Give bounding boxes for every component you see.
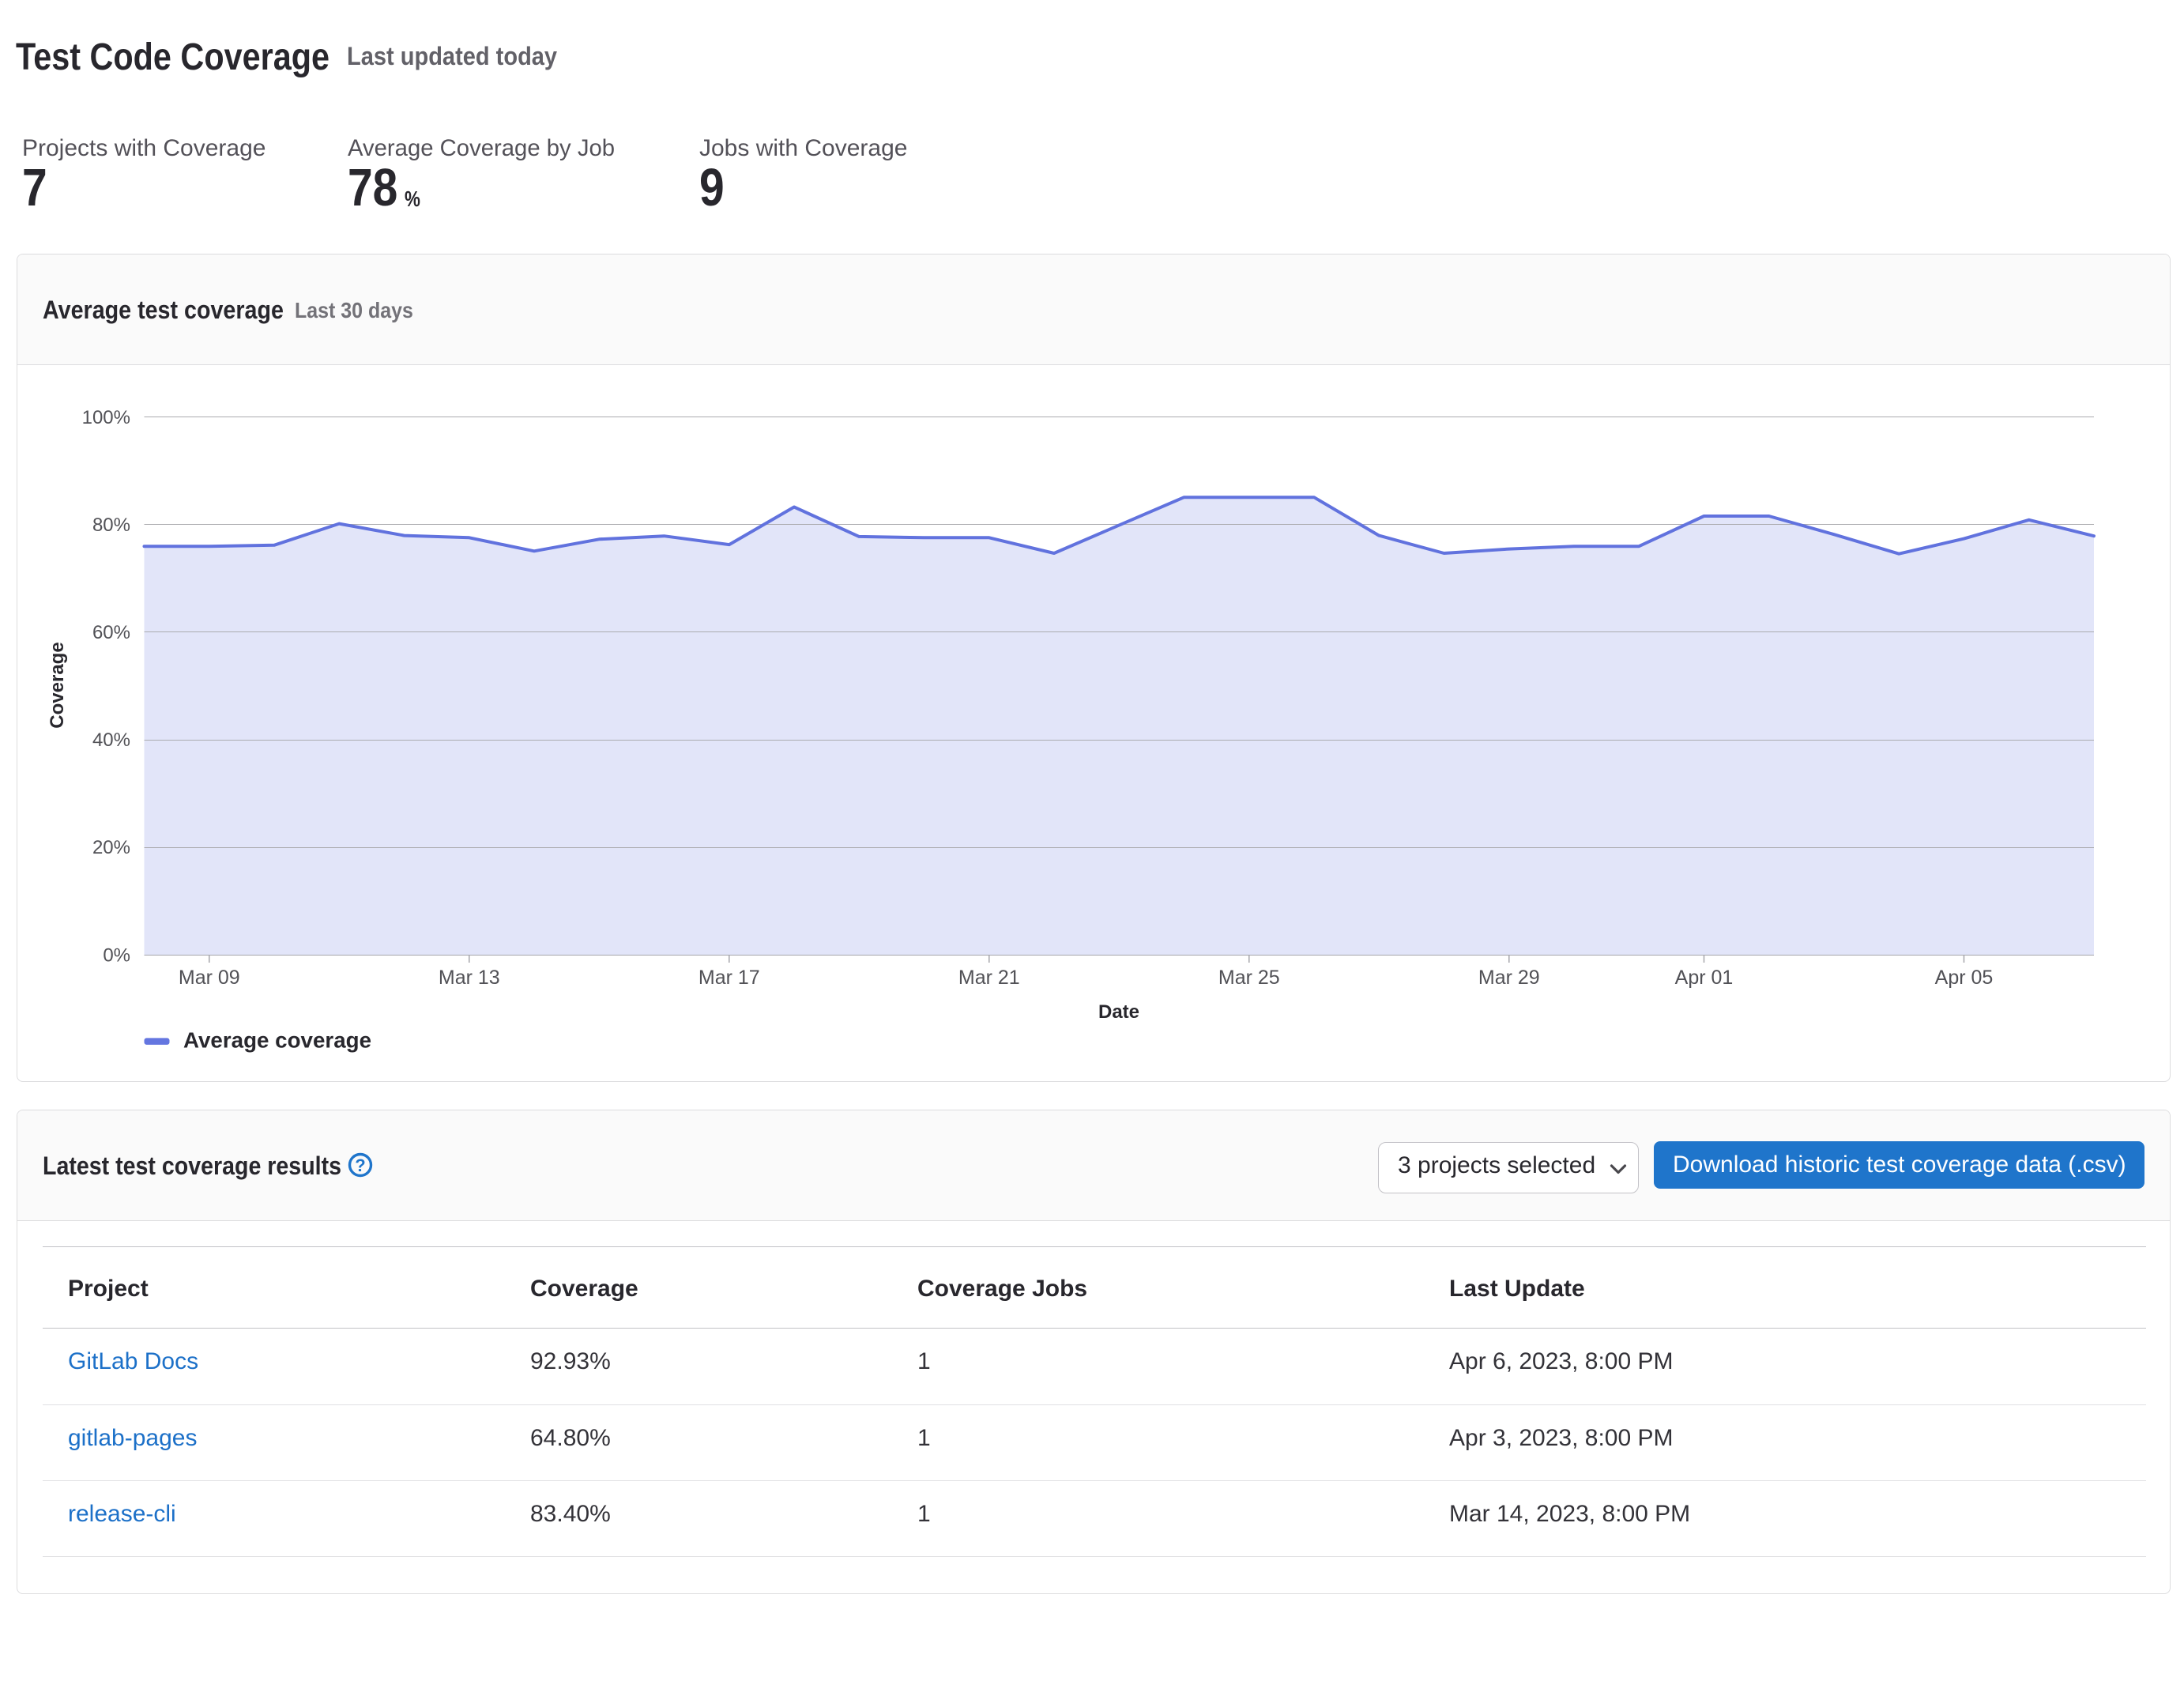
svg-text:Average coverage: Average coverage — [183, 1028, 371, 1053]
svg-text:0%: 0% — [103, 945, 130, 967]
svg-text:100%: 100% — [82, 407, 130, 428]
svg-text:80%: 80% — [92, 515, 130, 536]
svg-text:Mar 13: Mar 13 — [439, 967, 500, 989]
svg-text:Mar 25: Mar 25 — [1218, 967, 1280, 989]
svg-text:Mar 29: Mar 29 — [1478, 967, 1540, 989]
svg-text:60%: 60% — [92, 622, 130, 643]
svg-text:Date: Date — [1098, 1001, 1139, 1023]
svg-text:Coverage: Coverage — [47, 642, 68, 728]
svg-text:Apr 01: Apr 01 — [1675, 967, 1734, 989]
svg-text:Mar 21: Mar 21 — [958, 967, 1020, 989]
svg-text:40%: 40% — [92, 729, 130, 751]
svg-text:Mar 09: Mar 09 — [179, 967, 240, 989]
svg-text:?: ? — [355, 1155, 365, 1175]
svg-text:Apr 05: Apr 05 — [1935, 967, 1994, 989]
svg-text:Mar 17: Mar 17 — [699, 967, 760, 989]
svg-text:20%: 20% — [92, 837, 130, 858]
